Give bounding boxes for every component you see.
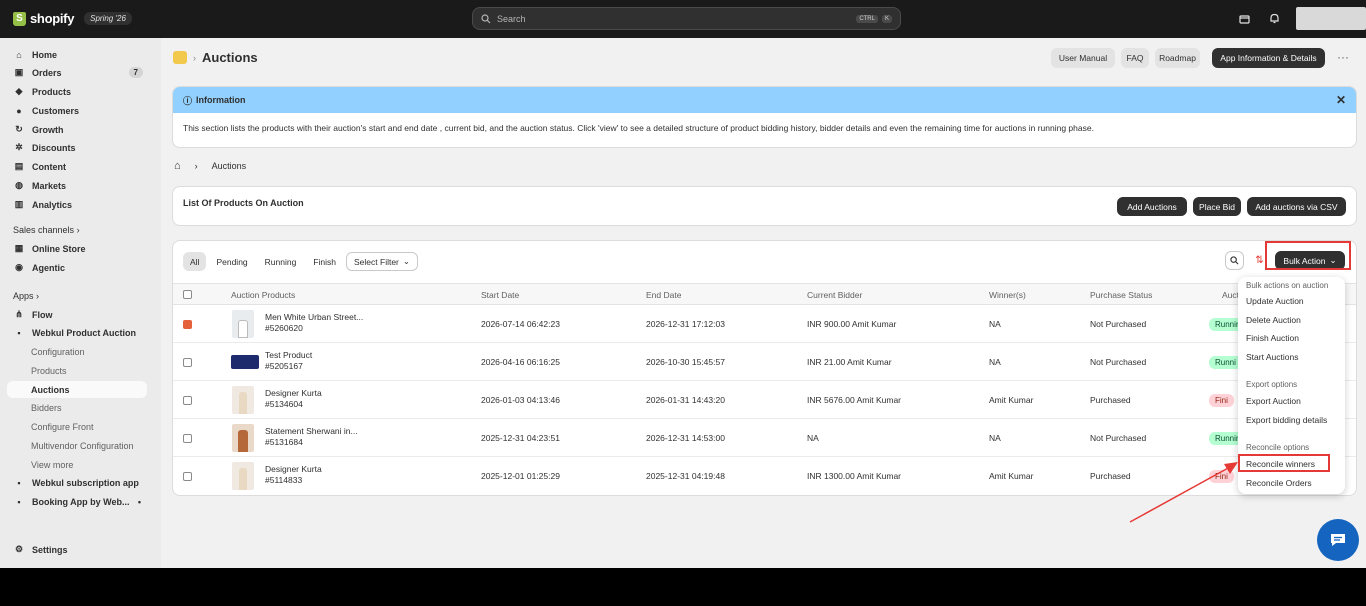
chat-icon xyxy=(1331,534,1345,546)
annotation-arrow xyxy=(1129,462,1238,523)
chat-button[interactable] xyxy=(1317,519,1359,561)
